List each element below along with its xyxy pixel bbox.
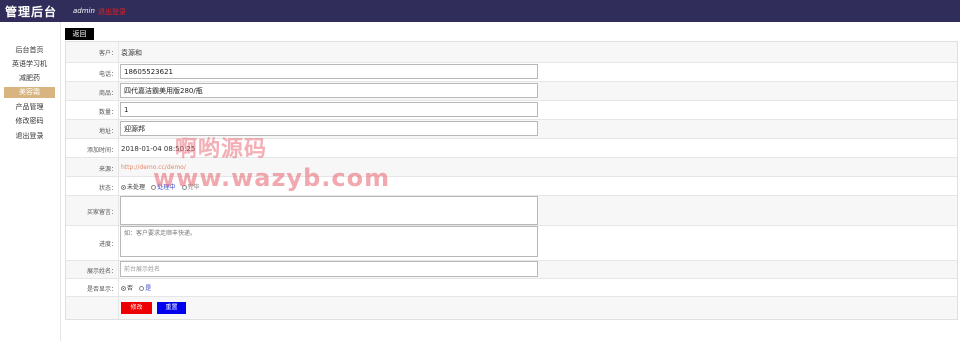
submit-button[interactable]: 修改 [121, 302, 152, 314]
display-name-label: 展示姓名： [86, 268, 117, 275]
row-actions: 修改 重置 [66, 297, 957, 319]
show-label: 是否显示： [86, 286, 117, 293]
show-option-no[interactable]: 否 [121, 283, 133, 292]
product-label: 商品： [98, 90, 117, 97]
customer-label: 客户： [98, 50, 117, 57]
sidebar-item-english-learner[interactable]: 英语学习机 [4, 59, 55, 70]
reset-button[interactable]: 重置 [157, 302, 186, 314]
phone-field[interactable]: 18605523621 [120, 64, 538, 79]
quantity-field[interactable]: 1 [120, 102, 538, 117]
radio-checked-icon[interactable] [121, 185, 126, 190]
brand-title: 管理后台 [5, 5, 58, 19]
row-quantity: 数量： 1 [66, 101, 957, 120]
show-radio-group: 否 是 [121, 283, 155, 292]
sidebar-item-home[interactable]: 后台首页 [4, 45, 55, 56]
phone-label: 电话： [98, 71, 117, 78]
top-logout-link[interactable]: 退出登录 [98, 7, 126, 17]
product-field[interactable]: 四代嘉洁霸美用版280/瓶 [120, 83, 538, 98]
sidebar: 后台首页 英语学习机 减肥药 美容霜 产品管理 修改密码 退出登录 [0, 22, 61, 341]
row-buyer-note: 买家留言： [66, 196, 957, 226]
added-time-label: 添加时间： [86, 147, 117, 154]
current-user: admin [73, 7, 95, 15]
status-label: 状态： [98, 185, 117, 192]
watermark-text-cn: 啊哟源码 [175, 137, 268, 162]
sidebar-item-change-password[interactable]: 修改密码 [4, 116, 55, 127]
source-label: 来源： [98, 166, 117, 173]
address-label: 地址： [98, 128, 117, 135]
progress-label: 进度： [98, 241, 117, 248]
row-product: 商品： 四代嘉洁霸美用版280/瓶 [66, 82, 957, 101]
row-customer: 客户： 袁源和 [66, 42, 957, 63]
quantity-label: 数量： [98, 109, 117, 116]
radio-unchecked-icon[interactable] [139, 286, 145, 291]
back-button[interactable]: 返回 [65, 28, 94, 40]
row-show: 是否显示： 否 是 [66, 279, 957, 297]
show-option-yes[interactable]: 是 [139, 283, 151, 292]
top-bar: 管理后台 admin 退出登录 [0, 0, 960, 22]
row-display-name: 展示姓名： 前台展示姓名 [66, 261, 957, 279]
sidebar-item-logout[interactable]: 退出登录 [4, 131, 55, 142]
sidebar-item-diet-pills[interactable]: 减肥药 [4, 73, 55, 84]
row-phone: 电话： 18605523621 [66, 63, 957, 82]
status-option-unprocessed[interactable]: 未处理 [121, 182, 145, 191]
buyer-note-label: 买家留言： [86, 209, 117, 216]
progress-textarea[interactable]: 如：客户要求走顺丰快递。 [120, 226, 538, 257]
radio-checked-icon[interactable] [121, 286, 126, 291]
customer-value: 袁源和 [121, 49, 142, 57]
sidebar-item-products[interactable]: 产品管理 [4, 102, 55, 113]
sidebar-item-beauty-cream[interactable]: 美容霜 [4, 87, 55, 98]
row-progress: 进度： 如：客户要求走顺丰快递。 [66, 226, 957, 261]
watermark-text-url: www.wazyb.com [153, 164, 391, 192]
buyer-note-textarea[interactable] [120, 196, 538, 225]
display-name-field[interactable]: 前台展示姓名 [120, 261, 538, 277]
